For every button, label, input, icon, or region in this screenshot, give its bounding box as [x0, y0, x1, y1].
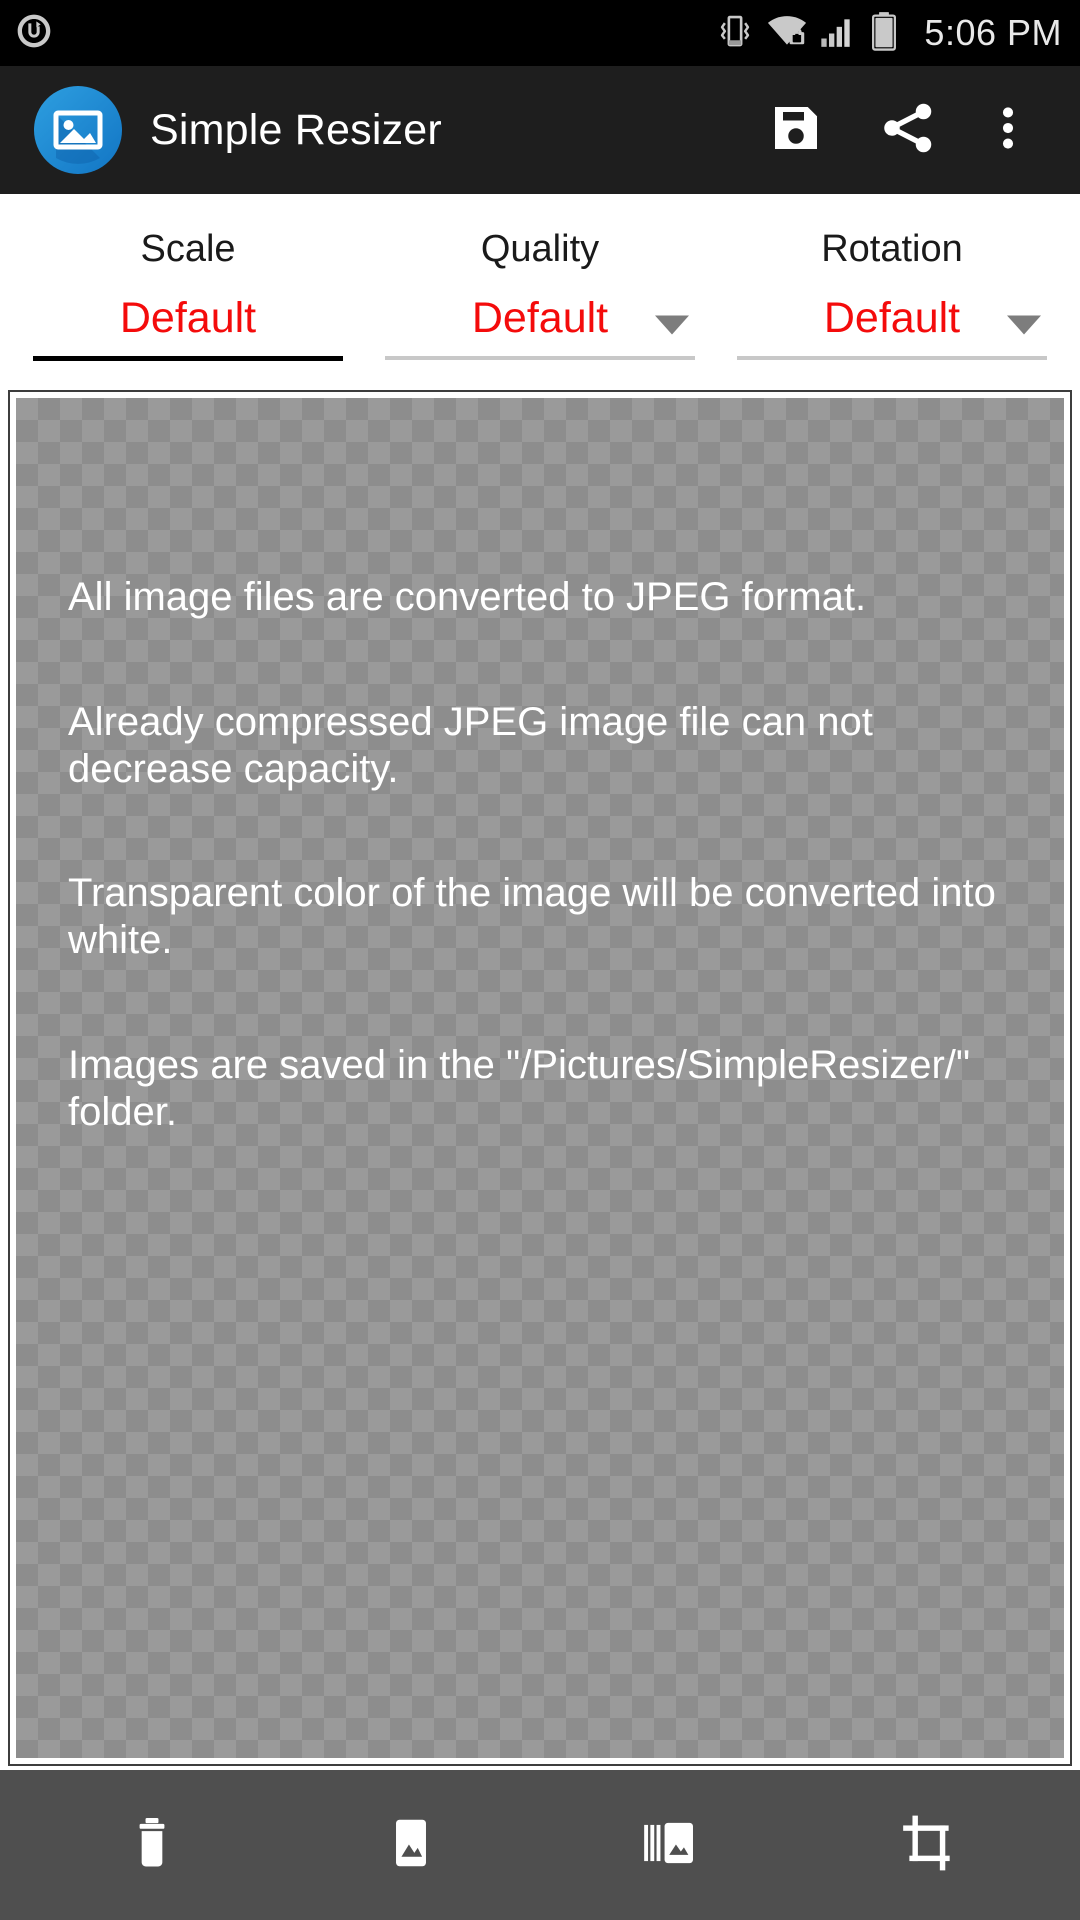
option-quality-label: Quality [480, 228, 600, 270]
app-notification-icon [14, 11, 54, 56]
app-bar: Simple Resizer [0, 66, 1080, 194]
status-bar-system-icons: 5:06 PM [714, 9, 1062, 58]
preview-paragraph: Already compressed JPEG image file can n… [68, 699, 873, 791]
option-scale-value: Default [119, 294, 257, 342]
chevron-down-icon [1006, 314, 1041, 334]
option-rotation-value: Default [823, 294, 961, 342]
multi-image-button[interactable] [595, 1770, 745, 1920]
option-rotation-underline [737, 356, 1047, 360]
wifi-secured-icon [765, 9, 809, 58]
preview-info-text: All image files are converted to JPEG fo… [68, 574, 1016, 1136]
chevron-down-icon [654, 314, 689, 334]
app-title: Simple Resizer [150, 105, 442, 154]
vibrate-mode-icon [714, 10, 756, 57]
option-scale-label: Scale [140, 228, 236, 270]
multiple-images-icon [639, 1812, 701, 1879]
option-quality-value: Default [471, 294, 609, 342]
image-preview-canvas[interactable]: All image files are converted to JPEG fo… [16, 398, 1064, 1758]
share-button[interactable] [852, 74, 964, 186]
overflow-menu-button[interactable] [964, 74, 1052, 186]
app-screen: 5:06 PM Simple Resizer Scale Default Qua… [0, 0, 1080, 1920]
single-image-icon [380, 1812, 442, 1879]
share-icon [878, 98, 938, 163]
status-bar-notifications [14, 11, 54, 56]
option-scale-field[interactable]: Default [33, 297, 343, 350]
image-preview-frame: All image files are converted to JPEG fo… [8, 390, 1072, 1766]
save-floppy-icon [766, 98, 826, 163]
pick-image-button[interactable] [336, 1770, 486, 1920]
preview-paragraph: All image files are converted to JPEG fo… [68, 575, 867, 619]
status-bar-clock: 5:06 PM [924, 12, 1062, 53]
app-image-logo-icon [30, 82, 126, 178]
app-bar-actions [740, 74, 1052, 186]
delete-button[interactable] [77, 1770, 227, 1920]
option-quality-underline [385, 356, 695, 360]
preview-paragraph: Transparent color of the image will be c… [68, 871, 996, 963]
status-bar: 5:06 PM [0, 0, 1080, 66]
crop-icon [898, 1812, 960, 1879]
option-rotation-spinner[interactable]: Default [737, 297, 1047, 350]
option-scale-underline [33, 356, 343, 361]
battery-full-icon [867, 10, 901, 57]
option-rotation: Rotation Default [716, 210, 1068, 384]
save-button[interactable] [740, 74, 852, 186]
option-quality: Quality Default [364, 210, 716, 384]
trash-icon [121, 1812, 183, 1879]
options-row: Scale Default Quality Default Rotation D… [0, 194, 1080, 384]
cellular-signal-icon [818, 11, 858, 56]
crop-button[interactable] [854, 1770, 1004, 1920]
option-scale: Scale Default [12, 210, 364, 384]
option-rotation-label: Rotation [821, 228, 963, 270]
bottom-toolbar [0, 1770, 1080, 1920]
option-quality-spinner[interactable]: Default [385, 297, 695, 350]
more-vertical-icon [981, 101, 1035, 160]
preview-paragraph: Images are saved in the "/Pictures/Simpl… [68, 1042, 971, 1134]
